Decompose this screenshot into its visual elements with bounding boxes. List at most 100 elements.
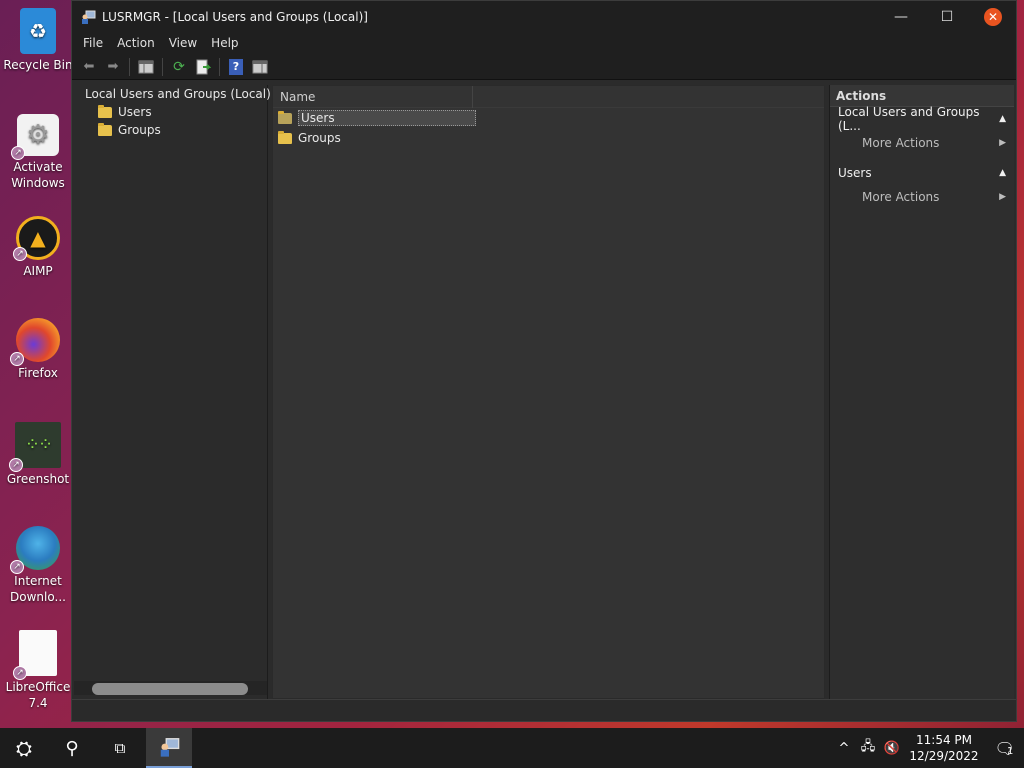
start-button[interactable]: ⛭ <box>0 728 48 768</box>
desktop-icon-recycle-bin[interactable]: ♻ Recycle Bin <box>2 8 74 73</box>
aimp-icon: ▲ ↗ <box>13 216 60 261</box>
show-hide-action-pane-button[interactable] <box>249 57 271 77</box>
list-row-users[interactable]: Users <box>273 108 824 128</box>
clock-time: 11:54 PM <box>916 733 972 747</box>
folder-icon <box>98 122 112 136</box>
task-view-icon: ⧉ <box>114 739 126 757</box>
minimize-button[interactable]: — <box>878 1 924 32</box>
content-panes: Local Users and Groups (Local) Users Gro… <box>72 81 1016 699</box>
back-arrow-icon: ⬅ <box>83 59 95 74</box>
search-button[interactable]: ⚲ <box>48 728 96 768</box>
toolbar-separator <box>129 57 130 76</box>
list-row-label: Groups <box>298 131 341 145</box>
help-button[interactable]: ? <box>225 57 247 77</box>
more-actions-users[interactable]: More Actions ▶ <box>830 185 1014 209</box>
tree-item-label: Users <box>118 105 152 119</box>
show-hidden-icons-chevron-icon[interactable]: ^ <box>832 741 856 756</box>
help-icon: ? <box>229 58 243 75</box>
export-list-button[interactable] <box>192 57 214 77</box>
task-view-button[interactable]: ⧉ <box>96 728 144 768</box>
shortcut-arrow-icon: ↗ <box>11 146 25 160</box>
tree-item-label: Local Users and Groups (Local) <box>85 87 271 101</box>
more-actions-label: More Actions <box>862 190 940 204</box>
actions-section-local-users-groups[interactable]: Local Users and Groups (L... ▲ <box>830 105 1014 133</box>
clock[interactable]: 11:54 PM 12/29/2022 <box>904 732 984 764</box>
ubuntu-logo-icon: ⛭ <box>16 736 32 760</box>
shortcut-arrow-icon: ↗ <box>13 247 27 261</box>
title-bar[interactable]: LUSRMGR - [Local Users and Groups (Local… <box>72 1 1016 32</box>
results-list: Name Users Groups <box>272 85 825 699</box>
desktop-icon-label: AIMP <box>23 264 53 278</box>
libreoffice-icon: ↗ <box>13 630 57 680</box>
toolbar-separator <box>219 57 220 76</box>
settings-gear-icon: ⚙ ↗ <box>11 114 59 160</box>
forward-button[interactable]: ➡ <box>102 57 124 77</box>
taskbar: ⛭ ⚲ ⧉ ^ 🖧 🔇 11:54 PM 12/29/2022 🗨 1 <box>0 728 1024 768</box>
export-list-icon <box>196 59 211 74</box>
console-tree: Local Users and Groups (Local) Users Gro… <box>74 85 271 699</box>
desktop-icon-aimp[interactable]: ▲ ↗ AIMP <box>2 216 74 279</box>
menu-bar: File Action View Help <box>72 32 1016 54</box>
volume-muted-icon[interactable]: 🔇 <box>880 741 904 756</box>
menu-action[interactable]: Action <box>110 36 162 50</box>
menu-view[interactable]: View <box>162 36 204 50</box>
shortcut-arrow-icon: ↗ <box>13 666 27 680</box>
scrollbar-thumb[interactable] <box>92 683 248 695</box>
users-computer-icon <box>160 738 180 757</box>
network-icon[interactable]: 🖧 <box>856 737 880 759</box>
toolbar: ⬅ ➡ ⟳ ? <box>72 54 1016 80</box>
column-header-name[interactable]: Name <box>273 85 473 108</box>
recycle-bin-icon: ♻ <box>20 8 56 54</box>
actions-header: Actions <box>830 85 1014 107</box>
actions-section-title: Local Users and Groups (L... <box>838 105 980 133</box>
list-header: Name <box>273 85 824 108</box>
close-button[interactable]: ✕ <box>970 1 1016 32</box>
folder-icon <box>98 104 112 118</box>
desktop-icon-label: Internet Downlo... <box>10 574 66 604</box>
action-pane-icon <box>252 60 268 73</box>
more-actions-label: More Actions <box>862 136 940 150</box>
tree-horizontal-scrollbar[interactable] <box>74 681 267 695</box>
maximize-icon: ☐ <box>940 8 954 25</box>
close-icon: ✕ <box>984 7 1002 26</box>
collapse-up-icon: ▲ <box>999 168 1006 178</box>
back-button[interactable]: ⬅ <box>78 57 100 77</box>
submenu-arrow-icon: ▶ <box>999 192 1006 202</box>
toolbar-separator <box>162 57 163 76</box>
desktop-icon-libreoffice[interactable]: ↗ LibreOffice 7.4 <box>2 630 74 711</box>
submenu-arrow-icon: ▶ <box>999 138 1006 148</box>
shortcut-arrow-icon: ↗ <box>10 352 24 366</box>
clock-date: 12/29/2022 <box>909 749 979 763</box>
tree-item-root[interactable]: Local Users and Groups (Local) <box>74 85 271 103</box>
collapse-up-icon: ▲ <box>999 114 1006 124</box>
notification-center-button[interactable]: 🗨 1 <box>984 739 1024 758</box>
folder-icon <box>278 110 292 124</box>
list-row-groups[interactable]: Groups <box>273 128 824 148</box>
actions-section-users[interactable]: Users ▲ <box>830 161 1014 185</box>
desktop-icon-internet-download-manager[interactable]: ↗ Internet Downlo... <box>2 526 74 605</box>
firefox-icon: ↗ <box>10 318 60 366</box>
list-row-label: Users <box>298 110 476 126</box>
minimize-icon: — <box>894 8 908 25</box>
menu-help[interactable]: Help <box>204 36 245 50</box>
more-actions-local-users-groups[interactable]: More Actions ▶ <box>830 131 1014 155</box>
actions-pane: Actions Local Users and Groups (L... ▲ M… <box>829 85 1014 699</box>
desktop-icon-firefox[interactable]: ↗ Firefox <box>2 318 74 381</box>
tree-item-groups[interactable]: Groups <box>74 121 267 139</box>
desktop: ♻ Recycle Bin ⚙ ↗ Activate Windows ▲ ↗ A… <box>0 0 74 722</box>
internet-download-manager-icon: ↗ <box>10 526 60 574</box>
tree-item-users[interactable]: Users <box>74 103 267 121</box>
desktop-icon-greenshot[interactable]: ⁘⁘ ↗ Greenshot <box>2 422 74 487</box>
users-computer-icon <box>82 10 96 24</box>
taskbar-app-lusrmgr[interactable] <box>146 728 192 768</box>
refresh-icon: ⟳ <box>173 58 185 75</box>
menu-file[interactable]: File <box>76 36 110 50</box>
lusrmgr-window: LUSRMGR - [Local Users and Groups (Local… <box>71 0 1017 722</box>
show-hide-console-tree-button[interactable] <box>135 57 157 77</box>
console-tree-icon <box>138 60 154 73</box>
maximize-button[interactable]: ☐ <box>924 1 970 32</box>
desktop-icon-label: Activate Windows <box>11 160 65 190</box>
refresh-button[interactable]: ⟳ <box>168 57 190 77</box>
folder-icon <box>278 130 292 144</box>
desktop-icon-activate-windows[interactable]: ⚙ ↗ Activate Windows <box>2 114 74 191</box>
